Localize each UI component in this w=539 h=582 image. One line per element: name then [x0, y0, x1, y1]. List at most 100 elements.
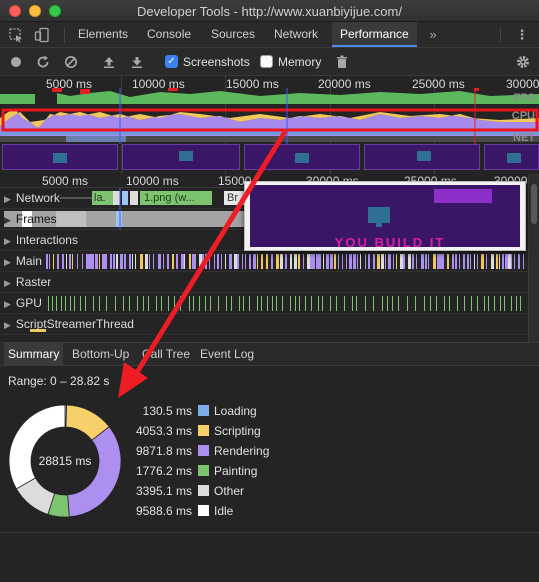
main-activity-bar [368, 254, 370, 269]
main-activity-bar [511, 254, 512, 269]
main-activity-bar [523, 254, 524, 269]
screenshot-thumbnail[interactable] [244, 144, 360, 170]
gpu-activity-bar [226, 296, 227, 311]
preview-header-block [434, 189, 492, 203]
raster-track-label[interactable]: ▶ Raster [4, 275, 51, 289]
window-title: Developer Tools - http://www.xuanbiyijue… [137, 4, 402, 19]
screenshot-thumbnail[interactable] [484, 144, 539, 170]
device-toolbar-icon[interactable] [34, 27, 50, 43]
gpu-activity-bar [205, 296, 206, 311]
main-thread-bars [46, 254, 524, 269]
tab-call-tree[interactable]: Call Tree [138, 343, 194, 366]
main-activity-bar [334, 254, 336, 269]
screenshot-thumbnail[interactable] [364, 144, 480, 170]
script-streamer-track-label[interactable]: ▶ ScriptStreamerThread [4, 317, 134, 331]
gpu-activity-bar [318, 296, 319, 311]
gpu-activity-bar [70, 296, 71, 311]
screenshot-thumbnail[interactable] [2, 144, 118, 170]
legend-row-rendering: 9871.8 ms Rendering [118, 443, 318, 459]
tab-performance[interactable]: Performance [332, 22, 417, 47]
network-request-label: Br [227, 192, 238, 204]
inspect-element-icon[interactable] [8, 27, 24, 43]
gpu-activity-bar [48, 296, 49, 311]
gpu-activity-bar [511, 296, 512, 311]
raster-track[interactable]: ▶ Raster [0, 272, 528, 293]
main-activity-bar [189, 254, 191, 269]
main-activity-bar [158, 254, 161, 269]
tab-console[interactable]: Console [145, 22, 193, 47]
main-activity-bar [514, 254, 515, 269]
tracks-scrollbar[interactable] [528, 174, 539, 342]
tab-elements[interactable]: Elements [76, 22, 130, 47]
save-profile-icon[interactable] [129, 54, 145, 70]
main-activity-bar [474, 254, 475, 269]
more-tabs-icon[interactable]: » [425, 27, 441, 43]
main-activity-bar [408, 254, 411, 269]
gpu-activity-bar [484, 296, 485, 311]
main-activity-bar [266, 254, 268, 269]
devtools-tab-bar: Elements Console Sources Network Perform… [0, 22, 539, 48]
capture-settings-gear-icon[interactable] [515, 54, 531, 70]
main-activity-bar [105, 254, 107, 269]
gpu-activity-bar [305, 296, 306, 311]
load-profile-icon[interactable] [101, 54, 117, 70]
gpu-activity-bar [392, 296, 393, 311]
main-activity-bar [381, 254, 384, 269]
scrollbar-thumb[interactable] [531, 184, 537, 224]
tab-summary[interactable]: Summary [4, 343, 64, 366]
main-activity-bar [326, 254, 329, 269]
legend-name: Loading [214, 404, 257, 418]
timeline-overview[interactable]: 5000 ms 10000 ms 15000 ms 20000 ms 25000… [0, 76, 539, 174]
gpu-activity-bar [129, 296, 130, 311]
record-icon[interactable] [8, 54, 24, 70]
network-track-label[interactable]: ▶ Network [4, 191, 60, 205]
gpu-activity-bar [74, 296, 75, 311]
main-activity-bar [62, 254, 64, 269]
main-activity-bar [129, 254, 131, 269]
main-activity-bar [245, 254, 246, 269]
gpu-track[interactable]: ▶ GPU [0, 293, 528, 314]
kebab-menu-icon[interactable]: ⋮ [514, 27, 530, 43]
tab-event-log[interactable]: Event Log [196, 343, 258, 366]
memory-checkbox[interactable] [260, 55, 273, 68]
main-track-label[interactable]: ▶ Main [4, 254, 42, 268]
main-activity-bar [416, 254, 417, 269]
main-activity-bar [452, 254, 454, 269]
main-activity-bar [421, 254, 424, 269]
screenshots-checkbox[interactable]: ✓ [165, 55, 178, 68]
main-activity-bar [346, 254, 347, 269]
main-activity-bar [463, 254, 465, 269]
gpu-activity-bar [477, 296, 478, 311]
frames-track-label[interactable]: ▶ Frames [4, 212, 57, 226]
gpu-activity-bar [290, 296, 291, 311]
main-activity-bar [338, 254, 339, 269]
reload-record-icon[interactable] [35, 54, 51, 70]
main-thread-track[interactable]: ▶ Main [0, 251, 528, 272]
tab-sources[interactable]: Sources [209, 22, 257, 47]
main-activity-bar [477, 254, 478, 269]
clear-icon[interactable] [63, 54, 79, 70]
tab-network[interactable]: Network [272, 22, 320, 47]
main-activity-bar [502, 254, 504, 269]
main-activity-bar [377, 254, 380, 269]
network-request-label: 1.png (w... [144, 192, 195, 204]
trash-icon[interactable] [334, 54, 350, 70]
panel-divider [0, 532, 539, 533]
overview-graph [0, 88, 539, 144]
main-activity-bar [353, 254, 356, 269]
gpu-track-label[interactable]: ▶ GPU [4, 296, 42, 310]
interactions-track-label[interactable]: ▶ Interactions [4, 233, 78, 247]
main-activity-bar [470, 254, 471, 269]
gpu-activity-bar [85, 296, 86, 311]
title-bar: Developer Tools - http://www.xuanbiyijue… [0, 0, 539, 22]
main-activity-bar [481, 254, 484, 269]
main-activity-bar [298, 254, 300, 269]
script-streamer-track[interactable]: ▶ ScriptStreamerThread [0, 314, 528, 335]
screenshot-thumbnail[interactable] [122, 144, 240, 170]
main-activity-bar [486, 254, 487, 269]
gpu-activity-bar [504, 296, 505, 311]
tab-bottom-up[interactable]: Bottom-Up [68, 343, 133, 366]
legend-name: Rendering [214, 444, 270, 458]
gpu-activity-bar [80, 296, 81, 311]
gpu-activity-bar [193, 296, 194, 311]
